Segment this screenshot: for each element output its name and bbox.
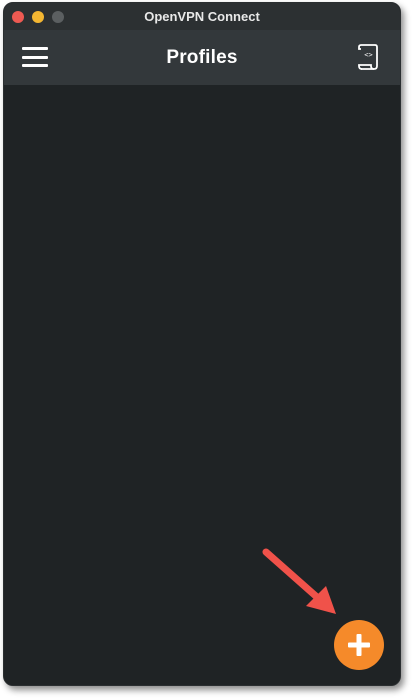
window-controls [12, 11, 64, 23]
red-arrow-annotation [262, 548, 336, 614]
profiles-list-area [4, 85, 400, 685]
page-title: Profiles [166, 46, 238, 68]
add-profile-button[interactable] [334, 620, 384, 670]
maximize-window-button[interactable] [52, 11, 64, 23]
window-titlebar: OpenVPN Connect [4, 3, 400, 30]
close-window-button[interactable] [12, 11, 24, 23]
minimize-window-button[interactable] [32, 11, 44, 23]
import-file-icon[interactable]: <> [356, 42, 382, 72]
window-title: OpenVPN Connect [144, 9, 260, 24]
hamburger-menu-icon[interactable] [22, 46, 48, 68]
app-header: Profiles <> [4, 30, 400, 85]
app-window: OpenVPN Connect Profiles <> [3, 2, 401, 686]
plus-icon [348, 634, 370, 656]
svg-text:<>: <> [364, 51, 372, 59]
